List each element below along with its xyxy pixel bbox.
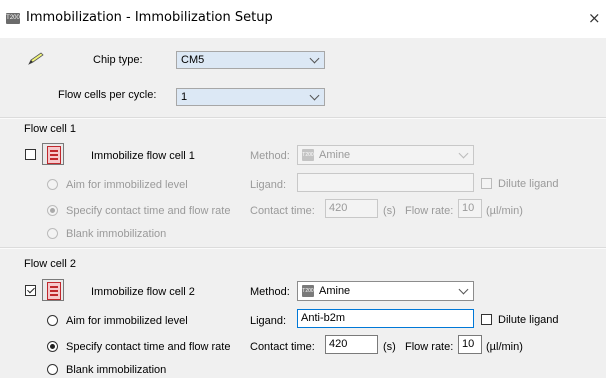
flow-cell-2-flow-rate-input[interactable]: 10 (458, 335, 482, 354)
flow-cell-2-option-specify-radio[interactable] (47, 341, 58, 352)
flow-cell-1-ligand-label: Ligand: (250, 179, 287, 191)
chevron-down-icon (458, 284, 469, 295)
flow-cell-1-option-blank-label: Blank immobilization (66, 228, 167, 240)
flow-cells-label: Flow cells per cycle: (58, 89, 157, 101)
flow-cell-1-contact-time-value: 420 (329, 202, 348, 214)
flow-cell-1-option-aim-label: Aim for immobilized level (66, 179, 188, 191)
flow-cell-1-option-specify-label: Specify contact time and flow rate (66, 205, 231, 217)
flow-cell-1-contact-time-unit: (s) (383, 205, 396, 217)
chip-type-select[interactable]: CM5 (176, 51, 325, 69)
flow-cell-2-method-label: Method: (250, 286, 290, 298)
immobilize-flow-cell-2-checkbox[interactable] (25, 285, 36, 296)
flow-cell-1-method-label: Method: (250, 150, 290, 162)
flow-cell-2-flow-rate-label: Flow rate: (405, 341, 454, 353)
chip-type-value: CM5 (181, 54, 205, 66)
immobilize-flow-cell-2-label: Immobilize flow cell 2 (91, 286, 195, 298)
flow-cell-1-option-aim-radio[interactable] (47, 179, 58, 190)
flow-cell-1-flow-rate-unit: (µl/min) (486, 205, 523, 217)
flow-cell-2-contact-time-input[interactable]: 420 (325, 335, 378, 354)
amine-method-icon: T200 (302, 149, 314, 161)
flow-cell-2-dilute-label: Dilute ligand (498, 314, 559, 326)
flow-cell-2-flow-rate-unit: (µl/min) (486, 341, 523, 353)
flow-cell-2-method-select[interactable]: T200 Amine (297, 281, 474, 301)
window-title: Immobilization - Immobilization Setup (26, 10, 273, 25)
flow-cell-2-icon (42, 279, 64, 301)
flow-cell-1-flow-rate-label: Flow rate: (405, 205, 454, 217)
app-icon: T200 (6, 13, 20, 24)
flow-cell-2-group-label: Flow cell 2 (24, 258, 76, 270)
flow-cell-2-option-blank-radio[interactable] (47, 364, 58, 375)
immobilize-flow-cell-1-label: Immobilize flow cell 1 (91, 150, 195, 162)
flow-cell-2-method-value: Amine (319, 285, 351, 297)
flow-cell-1-dilute-checkbox[interactable] (481, 178, 492, 189)
flow-cell-1-contact-time-input[interactable]: 420 (325, 199, 378, 218)
flow-cell-2-ligand-value: Anti-b2m (301, 312, 346, 324)
flow-cell-2-ligand-label: Ligand: (250, 315, 287, 327)
flow-cell-1-flow-rate-value: 10 (462, 202, 475, 214)
flow-cell-1-dilute-label: Dilute ligand (498, 178, 559, 190)
flow-cell-1-option-specify-radio[interactable] (47, 205, 58, 216)
flow-cell-2-contact-time-value: 420 (329, 338, 348, 350)
flow-cell-2-option-aim-label: Aim for immobilized level (66, 315, 188, 327)
separator (0, 117, 606, 119)
flow-cell-2-option-aim-radio[interactable] (47, 315, 58, 326)
flow-cell-1-method-value: Amine (319, 149, 351, 161)
flow-cell-2-dilute-checkbox[interactable] (481, 314, 492, 325)
flow-cells-value: 1 (181, 91, 188, 103)
close-icon[interactable]: × (588, 9, 601, 27)
chevron-down-icon (309, 53, 320, 64)
flow-cell-2-contact-time-unit: (s) (383, 341, 396, 353)
flow-cell-1-contact-time-label: Contact time: (250, 205, 315, 217)
immobilize-flow-cell-1-checkbox[interactable] (25, 149, 36, 160)
flow-cell-1-flow-rate-input[interactable]: 10 (458, 199, 482, 218)
flow-cell-2-option-blank-label: Blank immobilization (66, 364, 167, 376)
flow-cell-1-option-blank-radio[interactable] (47, 228, 58, 239)
chevron-down-icon (309, 90, 320, 101)
flow-cell-1-icon (42, 143, 64, 165)
amine-method-icon: T200 (302, 285, 314, 297)
separator (0, 247, 606, 249)
chevron-down-icon (458, 148, 469, 159)
flow-cell-2-contact-time-label: Contact time: (250, 341, 315, 353)
flow-cell-2-flow-rate-value: 10 (462, 338, 475, 350)
flow-cells-select[interactable]: 1 (176, 88, 325, 106)
flow-cell-1-group-label: Flow cell 1 (24, 123, 76, 135)
flow-cell-1-method-select[interactable]: T200 Amine (297, 145, 474, 165)
flow-cell-1-ligand-input[interactable] (297, 173, 474, 192)
chip-type-label: Chip type: (93, 54, 143, 66)
title-bar: T200 Immobilization - Immobilization Set… (0, 0, 606, 38)
flow-cell-2-option-specify-label: Specify contact time and flow rate (66, 341, 231, 353)
flow-cell-2-ligand-input[interactable]: Anti-b2m (297, 309, 474, 328)
pen-icon (28, 52, 44, 65)
